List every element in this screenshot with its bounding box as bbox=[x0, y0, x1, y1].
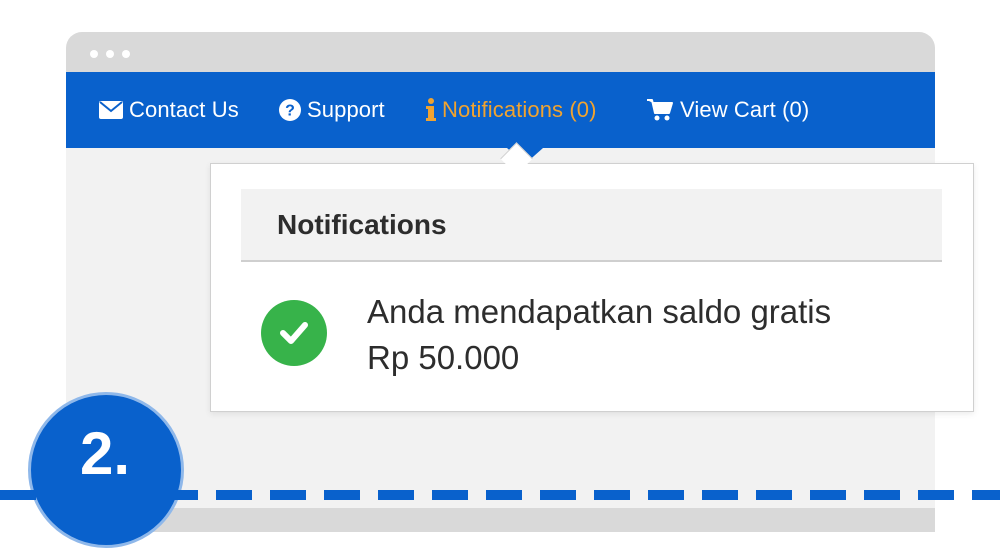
step-badge: 2. bbox=[28, 392, 184, 548]
notification-message: Anda mendapatkan saldo gratis Rp 50.000 bbox=[367, 289, 927, 381]
notification-item[interactable]: Anda mendapatkan saldo gratis Rp 50.000 bbox=[261, 293, 941, 397]
nav-cart-label: View Cart (0) bbox=[680, 97, 810, 122]
nav-contact-label: Contact Us bbox=[129, 97, 239, 122]
svg-text:?: ? bbox=[285, 103, 295, 120]
dropdown-title: Notifications bbox=[277, 208, 447, 240]
dashed-divider bbox=[0, 490, 1000, 500]
top-navbar: Contact Us ? Support Notifications (0) V… bbox=[66, 72, 935, 148]
shopping-cart-icon bbox=[646, 98, 674, 122]
window-dot bbox=[106, 50, 114, 58]
nav-contact-us[interactable]: Contact Us bbox=[99, 72, 239, 148]
notification-line-2: Rp 50.000 bbox=[367, 339, 520, 376]
dropdown-header: Notifications bbox=[241, 189, 942, 262]
window-dot bbox=[90, 50, 98, 58]
check-circle-icon bbox=[261, 300, 327, 366]
nav-view-cart[interactable]: View Cart (0) bbox=[646, 72, 809, 148]
window-dots bbox=[90, 50, 130, 58]
question-circle-icon: ? bbox=[279, 99, 301, 121]
nav-support-label: Support bbox=[307, 97, 385, 122]
nav-notifications[interactable]: Notifications (0) bbox=[426, 72, 597, 148]
nav-support[interactable]: ? Support bbox=[279, 72, 385, 148]
notification-line-1: Anda mendapatkan saldo gratis bbox=[367, 293, 832, 330]
notifications-dropdown: Notifications Anda mendapatkan saldo gra… bbox=[210, 163, 974, 412]
nav-notifications-label: Notifications (0) bbox=[442, 97, 597, 122]
envelope-icon bbox=[99, 101, 123, 119]
info-icon bbox=[426, 98, 436, 122]
window-dot bbox=[122, 50, 130, 58]
step-number: 2. bbox=[80, 420, 131, 487]
